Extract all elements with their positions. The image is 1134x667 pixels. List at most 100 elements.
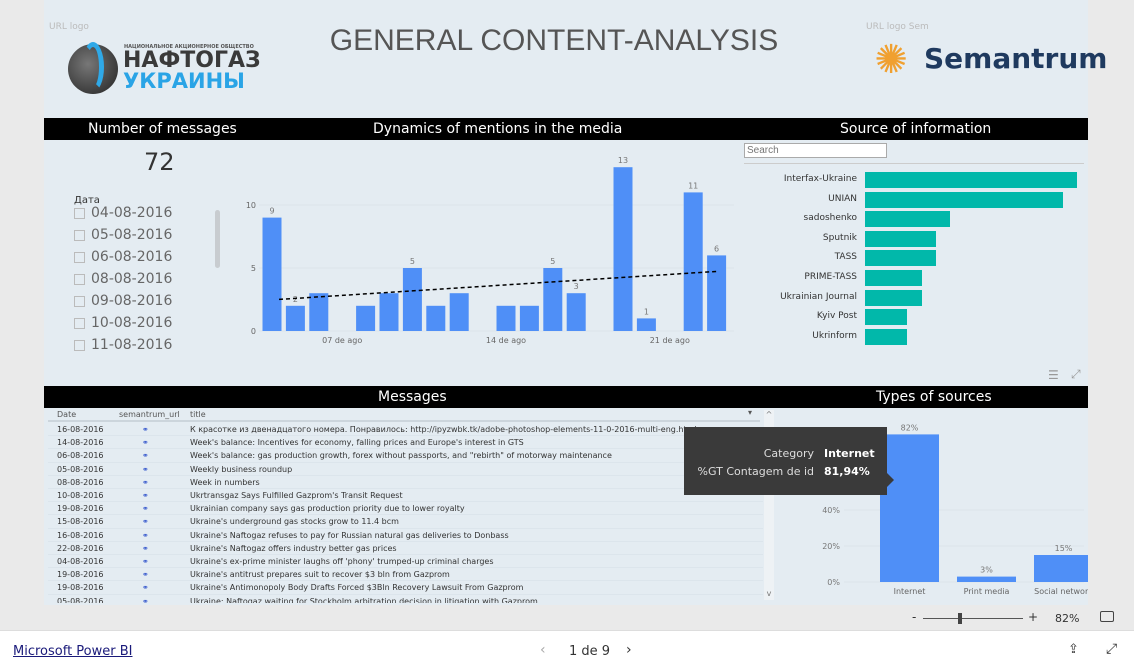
title-cell: К красотке из двенадцатого номера. Понра… bbox=[190, 425, 697, 434]
logo-right-label: URL logo Sem bbox=[866, 22, 929, 32]
zoom-out-button[interactable]: - bbox=[912, 610, 916, 624]
title-cell: Ukraine: Naftogaz waiting for Stockholm … bbox=[190, 596, 538, 603]
table-row[interactable]: 14-08-2016 ⚭ Week's balance: Incentives fo… bbox=[48, 436, 763, 450]
link-icon[interactable]: ⚭ bbox=[142, 529, 149, 542]
date-cell: 16-08-2016 bbox=[57, 530, 104, 540]
table-row[interactable]: 19-08-2016 ⚭ Ukrainian company says gas pr… bbox=[48, 502, 763, 516]
y-tick: 0% bbox=[827, 578, 840, 587]
zoom-slider-handle[interactable] bbox=[958, 613, 962, 624]
table-row[interactable]: 04-08-2016 ⚭ Ukraine's ex-prime minister l… bbox=[48, 555, 763, 569]
bar bbox=[636, 318, 656, 331]
table-row[interactable]: 19-08-2016 ⚭ Ukraine's antitrust prepares … bbox=[48, 568, 763, 582]
zoom-in-button[interactable]: + bbox=[1028, 610, 1038, 624]
data-label: 3% bbox=[980, 566, 993, 575]
column-date[interactable]: Date bbox=[57, 410, 76, 419]
zoom-bar: - + 82% bbox=[0, 606, 1134, 630]
table-row[interactable]: 05-08-2016 ⚭ Ukraine: Naftogaz waiting for… bbox=[48, 595, 763, 603]
title-cell: Ukraine's underground gas stocks grow to… bbox=[190, 517, 399, 527]
link-icon[interactable]: ⚭ bbox=[142, 436, 149, 449]
table-row[interactable]: 16-08-2016 ⚭ Ukraine's Naftogaz refuses to… bbox=[48, 529, 763, 542]
date-cell: 19-08-2016 bbox=[57, 570, 104, 580]
date-cell: 14-08-2016 bbox=[57, 438, 104, 448]
link-icon[interactable]: ⚭ bbox=[142, 423, 149, 436]
link-icon[interactable]: ⚭ bbox=[142, 489, 149, 502]
bar bbox=[957, 576, 1016, 582]
bar bbox=[543, 268, 563, 331]
bar bbox=[707, 255, 727, 331]
column-title[interactable]: title bbox=[190, 410, 206, 419]
fit-page-icon[interactable] bbox=[1100, 611, 1114, 622]
table-row[interactable]: 05-08-2016 ⚭ Weekly business roundup bbox=[48, 463, 763, 476]
bar[interactable] bbox=[865, 191, 1063, 208]
data-label: 6 bbox=[714, 244, 719, 253]
types-title: Types of sources bbox=[876, 389, 992, 405]
data-label: 82% bbox=[901, 423, 919, 432]
title-cell: Ukraine's Antimonopoly Body Drafts Force… bbox=[190, 583, 524, 593]
bottom-bar: Microsoft Power BI ‹ 1 de 9 › ⇪ ⤢ bbox=[0, 630, 1134, 667]
link-icon[interactable]: ⚭ bbox=[142, 542, 149, 555]
bar[interactable] bbox=[865, 270, 922, 286]
tooltip: Category Internet %GT Contagem de id 81,… bbox=[684, 427, 894, 495]
bar bbox=[356, 305, 376, 331]
title-cell: Weekly business roundup bbox=[190, 464, 293, 474]
link-icon[interactable]: ⚭ bbox=[142, 555, 149, 568]
category-label: sadoshenko bbox=[803, 213, 857, 224]
fullscreen-icon[interactable]: ⤢ bbox=[1106, 641, 1117, 657]
column-url[interactable]: semantrum_url bbox=[119, 410, 180, 419]
prev-page-icon[interactable]: ‹ bbox=[540, 642, 546, 658]
x-tick: 07 de ago bbox=[322, 336, 362, 345]
link-icon[interactable]: ⚭ bbox=[142, 515, 149, 528]
link-icon[interactable]: ⚭ bbox=[142, 595, 149, 603]
table-row[interactable]: 22-08-2016 ⚭ Ukraine's Naftogaz offers ind… bbox=[48, 542, 763, 555]
sort-icon[interactable]: ▾ bbox=[748, 408, 752, 417]
bar[interactable] bbox=[865, 309, 908, 326]
bar[interactable] bbox=[865, 211, 950, 228]
next-page-icon[interactable]: › bbox=[626, 642, 632, 658]
category-label: Ukrainian Journal bbox=[780, 291, 857, 302]
title-cell: Ukraine's ex-prime minister laughs off '… bbox=[190, 557, 494, 566]
zoom-level: 82% bbox=[1055, 612, 1080, 625]
link-icon[interactable]: ⚭ bbox=[142, 476, 149, 489]
filter-icon[interactable]: ☰ bbox=[1048, 368, 1059, 382]
bar bbox=[519, 305, 539, 331]
bar[interactable] bbox=[865, 250, 936, 267]
link-icon[interactable]: ⚭ bbox=[142, 568, 149, 581]
x-tick: 14 de ago bbox=[486, 336, 526, 345]
data-label: 13 bbox=[618, 156, 628, 165]
link-icon[interactable]: ⚭ bbox=[142, 449, 149, 462]
bar[interactable] bbox=[865, 289, 922, 306]
bar[interactable] bbox=[865, 328, 908, 345]
title-cell: Week's balance: gas production growth, f… bbox=[190, 451, 612, 461]
category-label: TASS bbox=[834, 252, 857, 263]
title-cell: Ukraine's Naftogaz offers industry bette… bbox=[190, 543, 397, 553]
x-tick: Social network bbox=[1034, 587, 1088, 596]
title-cell: Week in numbers bbox=[190, 477, 260, 487]
link-icon[interactable]: ⚭ bbox=[142, 581, 149, 594]
category-label: Ukrinform bbox=[812, 330, 857, 341]
date-cell: 05-08-2016 bbox=[57, 596, 104, 603]
y-tick: 5 bbox=[251, 264, 256, 273]
table-row[interactable]: 10-08-2016 ⚭ Ukrtransgaz Says Fulfilled Ga… bbox=[48, 489, 763, 503]
bar[interactable] bbox=[865, 230, 936, 247]
page-title: GENERAL CONTENT-ANALYSIS bbox=[329, 24, 779, 57]
bar bbox=[309, 293, 329, 331]
table-row[interactable]: 16-08-2016 ⚭ К красотке из двенадцатого но… bbox=[48, 423, 763, 437]
naftogaz-logo: НАЦИОНАЛЬНОЕ АКЦИОНЕРНОЕ ОБЩЕСТВО НАФТОГ… bbox=[68, 42, 261, 94]
bar[interactable] bbox=[865, 172, 1077, 188]
table-row[interactable]: 06-08-2016 ⚭ Week's balance: gas productio… bbox=[48, 449, 763, 463]
table-row[interactable]: 08-08-2016 ⚭ Week in numbers bbox=[48, 476, 763, 489]
link-icon[interactable]: ⚭ bbox=[142, 463, 149, 476]
link-icon[interactable]: ⚭ bbox=[142, 502, 149, 515]
date-cell: 04-08-2016 bbox=[57, 557, 104, 566]
powerbi-link[interactable]: Microsoft Power BI bbox=[13, 644, 132, 659]
dynamics-title: Dynamics of mentions in the media bbox=[373, 121, 623, 137]
date-cell: 19-08-2016 bbox=[57, 583, 104, 593]
focus-mode-icon[interactable]: ⤢ bbox=[1071, 367, 1081, 382]
source-search-input[interactable] bbox=[744, 143, 887, 158]
data-label: 5 bbox=[410, 257, 415, 266]
share-icon[interactable]: ⇪ bbox=[1068, 642, 1079, 657]
table-row[interactable]: 15-08-2016 ⚭ Ukraine's underground gas sto… bbox=[48, 515, 763, 529]
table-row[interactable]: 19-08-2016 ⚭ Ukraine's Antimonopoly Body D… bbox=[48, 581, 763, 595]
data-label: 9 bbox=[269, 207, 274, 216]
zoom-slider[interactable] bbox=[923, 618, 1023, 619]
